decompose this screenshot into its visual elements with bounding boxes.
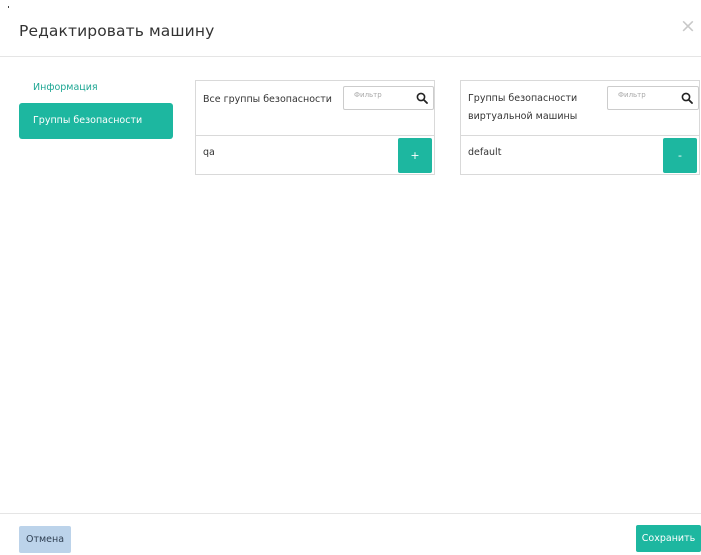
filter-placeholder: Фильтр: [618, 91, 646, 99]
allocated-title-line2: виртуальной машины: [468, 111, 578, 122]
add-group-button[interactable]: +: [398, 138, 432, 173]
search-icon[interactable]: [681, 92, 693, 104]
nav-item-security-groups[interactable]: Группы безопасности: [19, 103, 173, 139]
allocated-groups-header: Группы безопасности виртуальной машины Ф…: [461, 81, 699, 136]
available-groups-panel: Все группы безопасности Фильтр qa +: [195, 80, 435, 175]
list-item: default -: [461, 136, 699, 174]
available-filter-input[interactable]: Фильтр: [343, 86, 434, 110]
close-icon[interactable]: ×: [678, 16, 698, 36]
save-button[interactable]: Сохранить: [636, 525, 701, 552]
dialog-footer: Отмена Сохранить: [0, 513, 701, 555]
allocated-groups-title: Группы безопасности виртуальной машины: [468, 90, 577, 126]
search-icon[interactable]: [416, 92, 428, 104]
nav-item-information[interactable]: Информация: [19, 70, 173, 106]
filter-placeholder: Фильтр: [354, 91, 382, 99]
available-groups-header: Все группы безопасности Фильтр: [196, 81, 434, 136]
workflow-nav: Информация Группы безопасности: [19, 70, 173, 139]
edit-instance-dialog: Редактировать машину × Информация Группы…: [0, 0, 701, 555]
list-item: qa +: [196, 136, 434, 174]
allocated-title-line1: Группы безопасности: [468, 93, 578, 104]
dialog-title: Редактировать машину: [19, 22, 215, 40]
group-name: default: [468, 147, 502, 158]
available-groups-title: Все группы безопасности: [203, 94, 332, 105]
allocated-groups-panel: Группы безопасности виртуальной машины Ф…: [460, 80, 700, 175]
cancel-button[interactable]: Отмена: [19, 526, 71, 553]
dialog-header: Редактировать машину ×: [0, 0, 701, 57]
remove-group-button[interactable]: -: [663, 138, 697, 173]
group-name: qa: [203, 147, 215, 158]
allocated-filter-input[interactable]: Фильтр: [607, 86, 699, 110]
